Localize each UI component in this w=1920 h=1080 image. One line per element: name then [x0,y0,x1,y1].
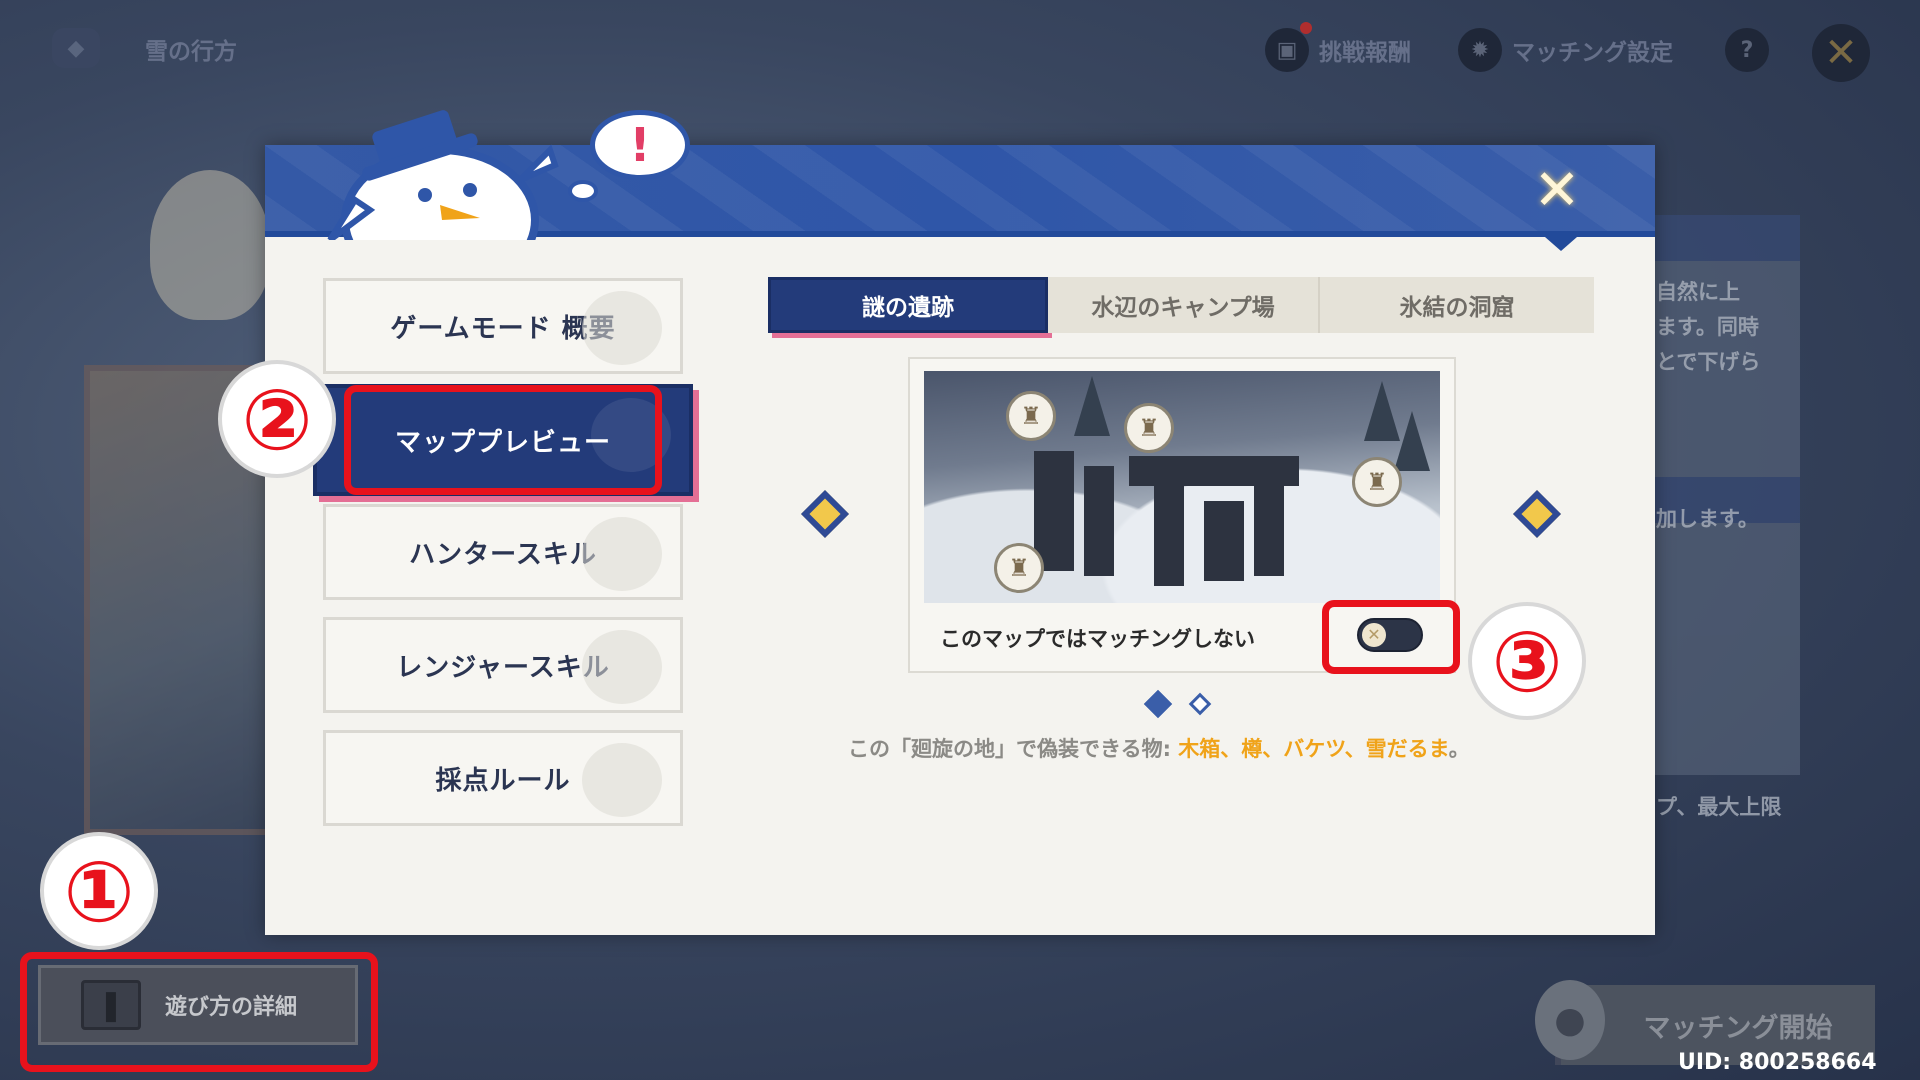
match-settings-button[interactable]: ✹ マッチング設定 [1458,28,1673,72]
page-title: 雪の行方 [145,39,237,65]
side-item-label: 採点ルール [435,765,571,796]
hunter-marker-icon: ♜ [994,543,1044,593]
penguin-icon: ● [1535,980,1605,1060]
hunter-marker-icon: ♜ [1352,457,1402,507]
match-settings-label: マッチング設定 [1512,40,1673,66]
annotation-number-3: ③ [1468,602,1586,720]
page-dot-active[interactable] [1143,689,1173,719]
disguise-info: この「廻旋の地」で偽装できる物: 木箱、樽、バケツ、雪だるま。 [848,733,1470,763]
background-text: プ、最大上限 [1656,795,1782,819]
hunter-marker-icon: ♜ [1124,403,1174,453]
top-bar: ◆ 雪の行方 ▣ 挑戦報酬 ✹ マッチング設定 ? ✕ [0,0,1920,95]
map-tabs: 謎の遺跡 水辺のキャンプ場 氷結の洞窟 [768,277,1594,333]
annotation-box-3 [1322,600,1460,674]
tab-label: 氷結の洞窟 [1399,295,1515,321]
no-matching-label: このマップではマッチングしない [940,627,1255,651]
annotation-box-2 [344,385,662,495]
side-item-hunter-skill[interactable]: ハンタースキル [323,504,683,600]
speech-bubble-tail [568,180,598,202]
side-item-mode-overview[interactable]: ゲームモード 概要 [323,278,683,374]
header-notch [1545,237,1577,251]
gear-icon: ✹ [1458,28,1502,72]
tab-label: 水辺のキャンプ場 [1091,295,1275,321]
background-text: ます。同時 [1656,315,1759,339]
notification-dot [1300,22,1312,34]
hunter-marker-icon: ♜ [1006,391,1056,441]
snowman-mascot-icon [327,110,559,240]
background-text: とで下げら [1656,350,1761,374]
help-icon: ? [1725,28,1769,72]
side-item-label: レンジャースキル [396,652,610,683]
tab-label: 謎の遺跡 [862,295,954,321]
help-button[interactable]: ? [1725,28,1769,72]
annotation-number-1: ① [40,832,158,950]
page-dot[interactable] [1188,692,1212,716]
disguise-prefix: この「廻旋の地」で偽装できる物: [848,737,1179,761]
annotation-box-1 [20,952,378,1072]
background-text: 自然に上 [1656,280,1740,304]
next-map-arrow-icon[interactable] [1512,489,1562,539]
speech-bubble: ! [590,110,690,180]
map-preview-image: ♜ ♜ ♜ ♜ [924,371,1440,603]
close-icon[interactable]: ✕ [1812,24,1870,82]
background-snowman [150,170,270,320]
cat-logo-icon[interactable]: ◆ [52,28,100,68]
side-item-label: ハンタースキル [409,539,597,570]
tab-mysterious-ruins[interactable]: 謎の遺跡 [768,277,1048,333]
background-text: 加します。 [1656,507,1759,531]
annotation-number-2: ② [218,360,336,478]
tab-waterside-camp[interactable]: 水辺のキャンプ場 [1048,277,1320,333]
uid-text: UID: 800258664 [1678,1050,1877,1075]
challenge-reward-label: 挑戦報酬 [1319,40,1411,66]
challenge-reward-button[interactable]: ▣ 挑戦報酬 [1265,28,1411,72]
disguise-items: 木箱、樽、バケツ、雪だるま [1178,737,1449,761]
side-item-label: ゲームモード 概要 [390,313,616,344]
previous-map-arrow-icon[interactable] [800,489,850,539]
side-item-ranger-skill[interactable]: レンジャースキル [323,617,683,713]
side-item-scoring-rules[interactable]: 採点ルール [323,730,683,826]
tab-frozen-cave[interactable]: 氷結の洞窟 [1320,277,1594,333]
disguise-suffix: 。 [1448,737,1470,761]
modal-close-icon[interactable]: ✕ [1529,163,1585,219]
match-start-label: マッチング開始 [1643,1012,1833,1044]
map-pager [1143,689,1212,719]
treasure-chest-icon: ▣ [1265,28,1309,72]
